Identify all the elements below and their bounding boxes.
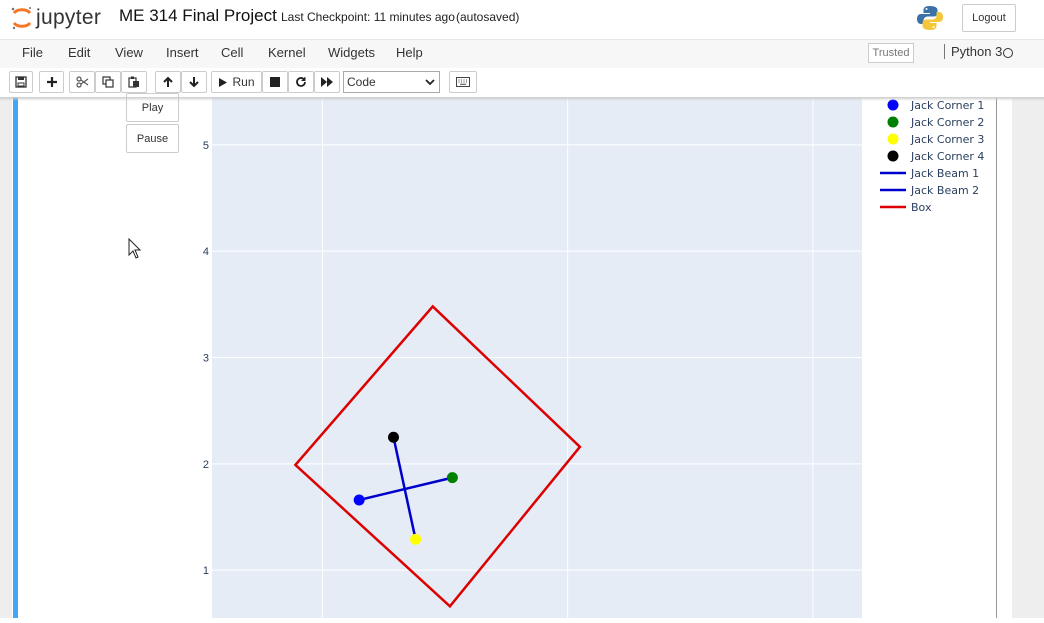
cell-type-value: Code: [347, 75, 376, 89]
autosave-status: (autosaved): [456, 10, 520, 24]
run-icon: [219, 77, 228, 87]
legend-label: Box: [911, 201, 932, 214]
restart-button[interactable]: [288, 71, 314, 93]
insert-cell-button[interactable]: [39, 71, 64, 93]
paste-icon: [128, 76, 139, 88]
interrupt-button[interactable]: [262, 71, 288, 93]
jack-corner-point: [388, 431, 400, 443]
jack-corner-point: [353, 494, 365, 506]
legend-marker: [887, 116, 899, 128]
jupyter-logo-icon: [11, 7, 32, 30]
python-logo-icon: [917, 6, 943, 30]
jack-corner-point: [410, 533, 422, 545]
menu-widgets[interactable]: Widgets: [328, 45, 375, 60]
paste-button[interactable]: [121, 71, 147, 93]
save-button[interactable]: [9, 71, 33, 93]
legend-label: Jack Beam 2: [910, 184, 979, 197]
menu-cell[interactable]: Cell: [221, 45, 243, 60]
restart-icon: [296, 77, 306, 87]
checkpoint-status: Last Checkpoint: 11 minutes ago: [281, 10, 455, 24]
header-shadow: [0, 97, 1044, 101]
legend-marker: [887, 150, 899, 162]
keyboard-icon: [456, 77, 470, 87]
legend-marker: [887, 133, 899, 145]
notebook-name[interactable]: ME 314 Final Project: [119, 6, 277, 26]
jack-corner-point: [446, 472, 458, 484]
legend-label: Jack Corner 3: [910, 133, 984, 146]
pause-button[interactable]: Pause: [126, 124, 179, 153]
arrow-up-icon: [163, 76, 173, 87]
menu-bar: File Edit View Insert Cell Kernel Widget…: [0, 39, 1044, 69]
y-tick-label: 2: [203, 459, 209, 471]
y-tick-label: 3: [203, 353, 209, 365]
animation-plot: 1 2 3 4 5 Jack Corner 1 Jack Corner 2 Jack Corn…: [180, 97, 996, 618]
menu-insert[interactable]: Insert: [166, 45, 199, 60]
selected-cell-indicator: [13, 97, 18, 618]
fast-forward-icon: [320, 77, 333, 87]
cut-button[interactable]: [69, 71, 95, 93]
menu-kernel[interactable]: Kernel: [268, 45, 306, 60]
save-icon: [15, 76, 27, 88]
mouse-cursor-icon: [128, 238, 142, 259]
kernel-idle-icon: [1003, 48, 1013, 58]
run-button[interactable]: Run: [211, 71, 262, 93]
run-label: Run: [232, 75, 255, 89]
menu-edit[interactable]: Edit: [68, 45, 90, 60]
copy-icon: [102, 76, 114, 88]
trusted-indicator[interactable]: Trusted: [868, 43, 914, 63]
copy-button[interactable]: [95, 71, 121, 93]
move-up-button[interactable]: [155, 71, 181, 93]
restart-run-all-button[interactable]: [314, 71, 340, 93]
menu-help[interactable]: Help: [396, 45, 423, 60]
kernel-name[interactable]: Python 3: [944, 44, 1002, 59]
plot-svg: 12345Jack Corner 1Jack Corner 2Jack Corn…: [203, 97, 984, 618]
header: jupyter ME 314 Final Project Last Checkp…: [0, 0, 1044, 38]
menu-view[interactable]: View: [115, 45, 143, 60]
arrow-down-icon: [189, 77, 199, 88]
menu-file[interactable]: File: [22, 45, 43, 60]
y-tick-label: 1: [203, 565, 209, 577]
legend-label: Jack Beam 1: [910, 167, 979, 180]
stop-icon: [270, 77, 280, 87]
cut-icon: [75, 76, 88, 88]
command-palette-button[interactable]: [449, 71, 477, 93]
output-border: [996, 97, 997, 618]
jupyter-logo[interactable]: jupyter: [10, 3, 110, 33]
legend-label: Jack Corner 4: [910, 150, 984, 163]
legend-marker: [887, 99, 899, 111]
legend-label: Jack Corner 2: [910, 116, 984, 129]
cell-type-select[interactable]: Code: [343, 71, 440, 93]
logout-button[interactable]: Logout: [962, 4, 1016, 32]
y-tick-label: 4: [203, 246, 209, 258]
move-down-button[interactable]: [181, 71, 207, 93]
plus-icon: [46, 77, 57, 87]
chevron-down-icon: [425, 72, 435, 100]
y-tick-label: 5: [203, 140, 209, 152]
logo-text: jupyter: [36, 6, 102, 29]
